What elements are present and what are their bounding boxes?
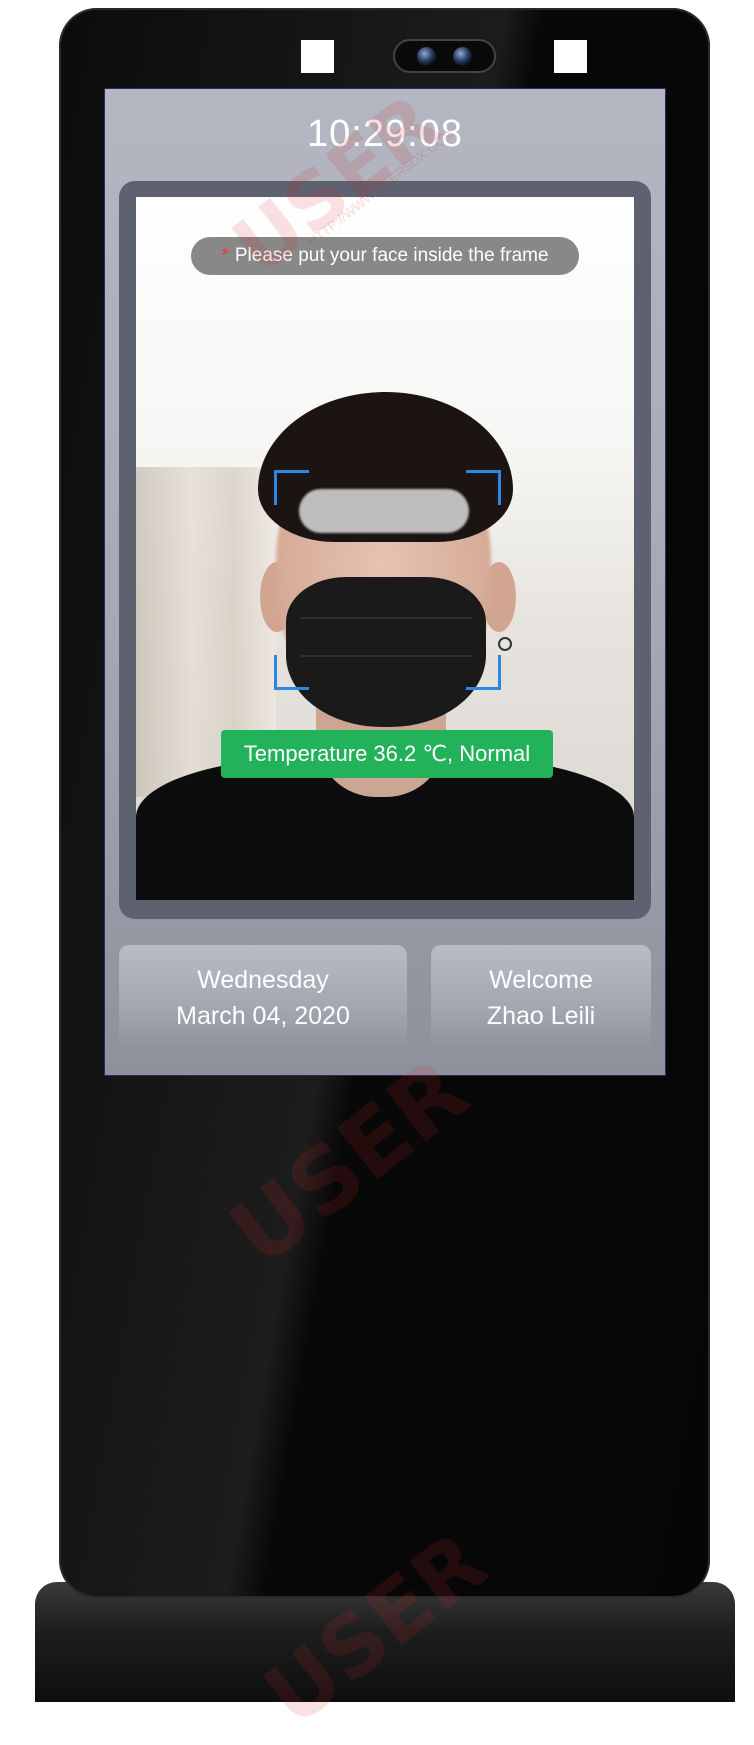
right-sensor: [554, 40, 587, 73]
temperature-badge: Temperature 36.2 ℃, Normal: [221, 730, 553, 778]
dual-camera-module: [393, 39, 496, 73]
kiosk-stand: [35, 1582, 735, 1702]
face-frame-corner-icon: [466, 655, 501, 690]
face-mask: [286, 577, 486, 727]
date-label: March 04, 2020: [176, 1002, 350, 1030]
face-prompt-text: Please put your face inside the frame: [234, 245, 549, 266]
display-screen: 10:29:08 * Please put your face inside t…: [104, 88, 666, 1076]
camera-frame: * Please put your face inside the frame …: [119, 181, 651, 919]
earring: [498, 637, 512, 651]
welcome-name: Zhao Leili: [486, 1002, 596, 1030]
camera-lens-icon: [417, 47, 436, 66]
face-frame-corner-icon: [274, 470, 309, 505]
camera-feed: * Please put your face inside the frame …: [136, 197, 634, 900]
face-frame-corner-icon: [466, 470, 501, 505]
face-frame-corner-icon: [274, 655, 309, 690]
required-star: *: [221, 245, 229, 266]
face-prompt: * Please put your face inside the frame: [191, 237, 579, 275]
weekday-label: Wednesday: [197, 966, 329, 994]
clock: 10:29:08: [307, 113, 463, 155]
mask-fold: [300, 655, 472, 657]
welcome-card: Welcome Zhao Leili: [431, 945, 651, 1051]
date-card: Wednesday March 04, 2020: [119, 945, 407, 1051]
left-sensor: [301, 40, 334, 73]
privacy-blur-bar: [299, 489, 469, 533]
welcome-greeting: Welcome: [489, 966, 593, 994]
mask-fold: [300, 617, 472, 619]
camera-lens-icon: [453, 47, 472, 66]
